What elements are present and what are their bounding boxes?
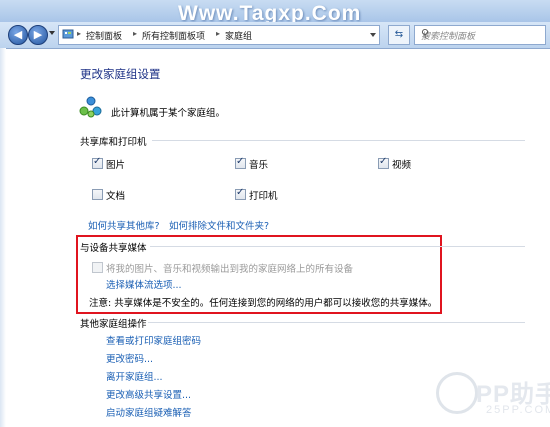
videos-label: 视频 xyxy=(392,160,412,171)
homegroup-icon xyxy=(79,96,102,118)
breadcrumb-separator-icon: ▸ xyxy=(77,29,82,38)
breadcrumb-control-panel[interactable]: 控制面板 xyxy=(86,29,122,42)
back-button[interactable]: ◀ xyxy=(8,25,28,45)
media-stream-options-link[interactable]: 选择媒体流选项... xyxy=(106,277,182,291)
forward-button[interactable]: ▶ xyxy=(28,25,48,45)
media-security-note: 注意: 共享媒体是不安全的。任何连接到您的网络的用户都可以接收您的共享媒体。 xyxy=(89,298,438,309)
how-share-libraries-link[interactable]: 如何共享其他库? xyxy=(88,218,160,232)
arrow-left-icon: ◀ xyxy=(13,28,23,41)
printers-checkbox[interactable] xyxy=(235,187,246,200)
refresh-button[interactable]: ⇆ xyxy=(388,25,410,45)
page-title: 更改家庭组设置 xyxy=(80,67,161,81)
pp-url-text: 25PP.COM xyxy=(486,404,550,416)
documents-checkbox[interactable] xyxy=(92,189,103,200)
music-checkbox[interactable] xyxy=(235,156,246,169)
history-dropdown-icon[interactable] xyxy=(49,31,55,35)
left-pane-edge xyxy=(0,48,6,427)
music-label: 音乐 xyxy=(249,160,269,171)
stream-media-checkbox[interactable] xyxy=(92,262,103,273)
breadcrumb-separator-icon: ▸ xyxy=(133,29,138,38)
pp-assistant-logo: PP助手 25PP.COM xyxy=(436,370,550,422)
view-print-password-link[interactable]: 查看或打印家庭组密码 xyxy=(106,333,201,347)
pp-circle-icon xyxy=(436,372,478,414)
homegroup-status: 此计算机属于某个家庭组。 xyxy=(111,108,226,119)
documents-label: 文档 xyxy=(106,191,126,202)
control-panel-icon xyxy=(62,29,74,39)
change-password-link[interactable]: 更改密码... xyxy=(106,351,153,365)
printers-label: 打印机 xyxy=(249,191,278,202)
stream-media-label: 将我的图片、音乐和视频输出到我的家庭网络上的所有设备 xyxy=(106,264,354,275)
pictures-checkbox[interactable] xyxy=(92,156,103,169)
share-libraries-heading: 共享库和打印机 xyxy=(80,137,147,148)
troubleshoot-homegroup-link[interactable]: 启动家庭组疑难解答 xyxy=(106,405,192,419)
section-divider xyxy=(150,246,525,247)
breadcrumb-separator-icon: ▸ xyxy=(216,29,221,38)
address-bar[interactable]: ▸ 控制面板 ▸ 所有控制面板项 ▸ 家庭组 xyxy=(58,25,380,45)
how-exclude-files-link[interactable]: 如何排除文件和文件夹? xyxy=(169,218,269,232)
breadcrumb-all-items[interactable]: 所有控制面板项 xyxy=(142,29,205,42)
address-toolbar: ◀ ▶ ▸ 控制面板 ▸ 所有控制面板项 ▸ 家庭组 ⇆ 搜索控制面板 ⚲ xyxy=(0,22,550,49)
media-sharing-heading: 与设备共享媒体 xyxy=(80,243,147,254)
section-divider xyxy=(148,322,525,323)
leave-homegroup-link[interactable]: 离开家庭组... xyxy=(106,369,163,383)
address-dropdown-icon[interactable] xyxy=(370,33,376,37)
section-divider xyxy=(152,140,525,141)
videos-checkbox[interactable] xyxy=(378,156,389,169)
breadcrumb-homegroup[interactable]: 家庭组 xyxy=(225,29,252,42)
search-input[interactable]: 搜索控制面板 ⚲ xyxy=(414,25,546,45)
pictures-label: 图片 xyxy=(106,160,126,171)
other-actions-heading: 其他家庭组操作 xyxy=(80,319,147,330)
advanced-sharing-link[interactable]: 更改高级共享设置... xyxy=(106,387,191,401)
search-icon[interactable]: ⚲ xyxy=(421,27,541,40)
refresh-icon: ⇆ xyxy=(394,29,404,40)
arrow-right-icon: ▶ xyxy=(33,28,43,41)
